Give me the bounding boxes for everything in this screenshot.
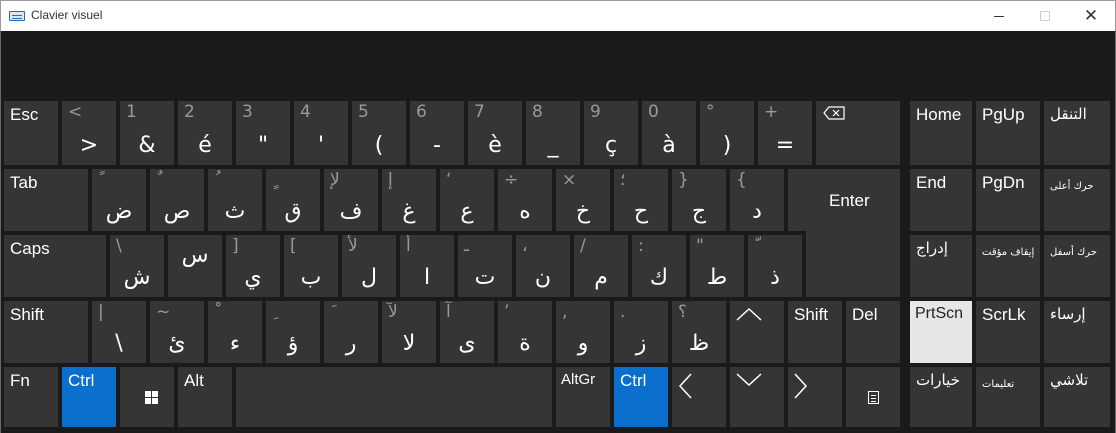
up-arrow-icon: [736, 307, 762, 321]
key-ctrl-right[interactable]: Ctrl: [614, 367, 668, 427]
key-shift-right[interactable]: Shift: [788, 301, 842, 363]
key-q[interactable]: ًض: [92, 169, 146, 231]
key-j[interactable]: ـت: [458, 235, 512, 297]
key-insert[interactable]: إدراج: [910, 235, 972, 297]
key-quote[interactable]: " ط: [690, 235, 744, 297]
key-w[interactable]: ٌص: [150, 169, 204, 231]
close-icon: ✕: [1083, 5, 1099, 26]
window-title: Clavier visuel: [31, 8, 103, 22]
key-pgup[interactable]: PgUp: [976, 101, 1040, 165]
key-right[interactable]: [788, 367, 842, 427]
key-bracket-open[interactable]: } ج: [672, 169, 726, 231]
key-angle[interactable]: | \: [92, 301, 146, 363]
key-5[interactable]: 4 ': [294, 101, 348, 165]
backspace-icon: [823, 106, 845, 120]
key-v[interactable]: َر: [324, 301, 378, 363]
down-arrow-icon: [736, 373, 762, 387]
key-end[interactable]: End: [910, 169, 972, 231]
key-z[interactable]: ~ ئ: [150, 301, 204, 363]
key-e[interactable]: ُث: [208, 169, 262, 231]
right-arrow-icon: [794, 373, 808, 399]
key-options[interactable]: خيارات: [910, 367, 972, 427]
key-help[interactable]: تعليمات: [976, 367, 1040, 427]
key-r[interactable]: ٍق: [266, 169, 320, 231]
key-windows[interactable]: [120, 367, 174, 427]
key-t[interactable]: لإ ف: [324, 169, 378, 231]
key-8[interactable]: 7è: [468, 101, 522, 165]
key-caps[interactable]: Caps: [4, 235, 106, 297]
key-h[interactable]: أا: [400, 235, 454, 297]
key-9[interactable]: 8 _: [526, 101, 580, 165]
key-backspace[interactable]: [816, 101, 900, 165]
key-down[interactable]: [730, 367, 784, 427]
key-alt[interactable]: Alt: [178, 367, 232, 427]
key-colon[interactable]: .ز: [614, 301, 668, 363]
key-a[interactable]: \ ش: [110, 235, 164, 297]
key-10[interactable]: 9ç: [584, 101, 638, 165]
key-l[interactable]: / م: [574, 235, 628, 297]
key-backslash[interactable]: ّذ: [748, 235, 802, 297]
key-11[interactable]: 0à: [642, 101, 696, 165]
key-u[interactable]: ‘ع: [440, 169, 494, 231]
key-s[interactable]: س: [168, 235, 222, 297]
key-2[interactable]: 1 &: [120, 101, 174, 165]
key-pause[interactable]: إيقاف مؤقت: [976, 235, 1040, 297]
key-p[interactable]: ؛ ح: [614, 169, 668, 231]
key-menu[interactable]: [846, 367, 900, 427]
key-12[interactable]: °): [700, 101, 754, 165]
key-left[interactable]: [672, 367, 726, 427]
key-scrlk[interactable]: ScrLk: [976, 301, 1040, 363]
close-button[interactable]: ✕: [1068, 1, 1114, 31]
key-bracket-close[interactable]: {د: [730, 169, 784, 231]
key-prtscn[interactable]: PrtScn: [910, 301, 972, 363]
title-bar: Clavier visuel ✕: [0, 0, 1116, 31]
key-up[interactable]: [730, 301, 784, 363]
key-1[interactable]: < >: [62, 101, 116, 165]
windows-logo-icon: [145, 391, 158, 404]
key-o[interactable]: × خ: [556, 169, 610, 231]
key-y[interactable]: إغ: [382, 169, 436, 231]
minimize-button[interactable]: [976, 1, 1022, 31]
key-fn[interactable]: Fn: [4, 367, 58, 427]
key-k[interactable]: ، ن: [516, 235, 570, 297]
key-ctrl-left[interactable]: Ctrl: [62, 367, 116, 427]
context-menu-icon: [868, 391, 879, 404]
key-home[interactable]: Home: [910, 101, 972, 165]
key-fade[interactable]: تلاشي: [1044, 367, 1110, 427]
key-del[interactable]: Del: [846, 301, 900, 363]
key-semicolon[interactable]: ,و: [556, 301, 610, 363]
key-f[interactable]: [ب: [284, 235, 338, 297]
key-move-up[interactable]: حرك أعلى: [1044, 169, 1110, 231]
maximize-icon: [1040, 11, 1050, 21]
maximize-button[interactable]: [1022, 1, 1068, 31]
key-shift-left[interactable]: Shift: [4, 301, 88, 363]
left-arrow-icon: [678, 373, 692, 399]
key-comma[interactable]: ’ ة: [498, 301, 552, 363]
key-c[interactable]: ِؤ: [266, 301, 320, 363]
key-dock[interactable]: إرساء: [1044, 301, 1110, 363]
key-i[interactable]: ÷ ه: [498, 169, 552, 231]
keyboard-icon: [9, 11, 25, 21]
key-n[interactable]: آى: [440, 301, 494, 363]
key-m[interactable]: :ك: [632, 235, 686, 297]
key-pgdn[interactable]: PgDn: [976, 169, 1040, 231]
key-3[interactable]: 2é: [178, 101, 232, 165]
minimize-icon: [994, 15, 1004, 17]
key-esc[interactable]: Esc: [4, 101, 58, 165]
key-4[interactable]: 3 ": [236, 101, 290, 165]
key-x[interactable]: ْء: [208, 301, 262, 363]
key-space[interactable]: [236, 367, 552, 427]
key-b[interactable]: لآ لا: [382, 301, 436, 363]
key-tab[interactable]: Tab: [4, 169, 88, 231]
key-6[interactable]: 5(: [352, 101, 406, 165]
key-7[interactable]: 6-: [410, 101, 464, 165]
key-excl[interactable]: ؟ ظ: [672, 301, 726, 363]
key-13[interactable]: + =: [758, 101, 812, 165]
key-d[interactable]: ] ي: [226, 235, 280, 297]
key-enter-lower[interactable]: [806, 229, 900, 297]
key-altgr[interactable]: AltGr: [556, 367, 610, 427]
key-g[interactable]: لأ ل: [342, 235, 396, 297]
key-move-down[interactable]: حرك أسفل: [1044, 235, 1110, 297]
key-navigate[interactable]: التنقل: [1044, 101, 1110, 165]
